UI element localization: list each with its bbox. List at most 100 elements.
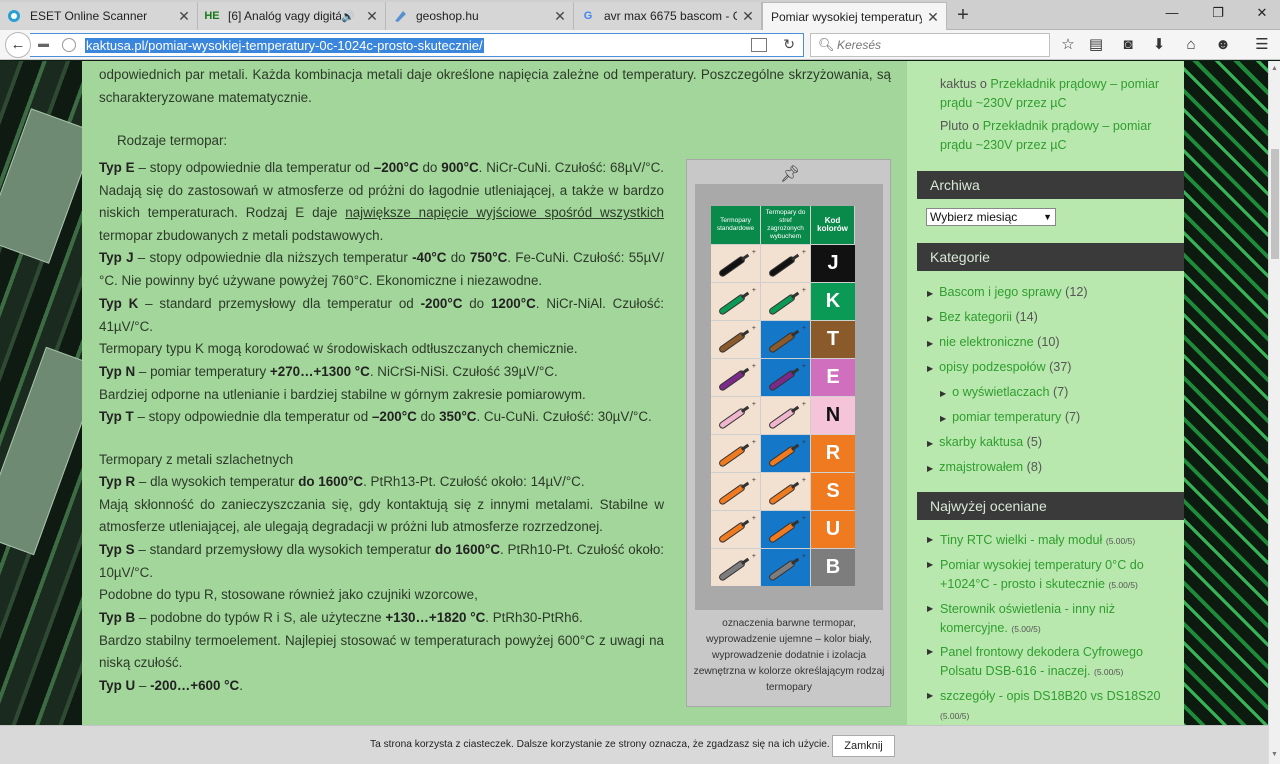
bullet-icon: ▶	[927, 691, 934, 700]
thermocouple-plug-icon	[767, 407, 797, 430]
speaker-icon[interactable]: 🔊	[341, 10, 355, 23]
category-item[interactable]: ▶ skarby kaktusa (5)	[927, 434, 1042, 452]
archive-month-select[interactable]: Wybierz miesiąc ▼	[926, 208, 1056, 226]
color-row-u: + + U	[711, 510, 855, 548]
thermocouple-plug-icon	[767, 369, 797, 392]
tab-eset[interactable]: ESET Online Scanner ✕	[0, 2, 198, 30]
close-tab-icon[interactable]: ✕	[177, 8, 191, 25]
bullet-icon: ▶	[940, 414, 947, 423]
scrollbar-thumb[interactable]	[1271, 149, 1279, 259]
new-tab-button[interactable]: +	[952, 4, 974, 26]
thermocouple-plug-icon	[767, 445, 797, 468]
bookmark-star-icon[interactable]: ☆	[1058, 35, 1078, 55]
close-tab-icon[interactable]: ✕	[741, 8, 755, 25]
explosive-zone-connector-cell: +	[761, 549, 811, 586]
color-table-header: Termopary standardowe Termopary do stref…	[711, 206, 855, 244]
close-window-button[interactable]: ✕	[1252, 5, 1272, 21]
top-rated-item[interactable]: ▶ Panel frontowy dekodera Cyfrowego Polsa…	[927, 643, 1177, 681]
explosive-zone-connector-cell: +	[761, 397, 811, 434]
scroll-up-icon[interactable]: ▲	[1271, 65, 1278, 72]
type-s-paragraph: Typ S – standard przemysłowy dla wysokic…	[99, 542, 664, 603]
download-icon[interactable]: ⬇	[1149, 35, 1169, 55]
tab-hwsw[interactable]: HE [6] Analóg vagy digitál... 🔊 ✕	[198, 2, 386, 30]
library-icon[interactable]: ▬	[38, 38, 52, 52]
top-rated-item[interactable]: ▶ Pomiar wysokiej temperatury 0°C do +102…	[927, 556, 1177, 594]
thermocouple-plug-icon	[717, 293, 747, 316]
chat-icon[interactable]: ☻	[1213, 35, 1233, 55]
standard-connector-cell: +	[711, 397, 761, 434]
explosive-zone-connector-cell: +	[761, 321, 811, 358]
tab-active-pomiar[interactable]: Pomiar wysokiej temperatury ... ✕	[762, 2, 947, 31]
search-input[interactable]	[837, 37, 1037, 53]
reload-icon[interactable]: ↻	[783, 36, 795, 53]
top-rated-item[interactable]: ▶ Sterownik oświetlenia - inny niż komerc…	[927, 600, 1177, 638]
color-code-letter: B	[811, 549, 855, 586]
bullet-icon: ▶	[927, 535, 934, 544]
categories-widget-title: Kategorie	[917, 243, 1184, 271]
bullet-icon: ▶	[927, 647, 934, 656]
thermocouple-plug-icon	[767, 255, 797, 278]
bullet-icon: ▶	[927, 339, 934, 348]
type-e-paragraph: Typ E – stopy odpowiednie dla temperatur…	[99, 160, 665, 243]
type-u-paragraph: Typ U – -200…+600 °C.	[99, 678, 243, 693]
thermocouple-plug-icon	[717, 331, 747, 354]
standard-connector-cell: +	[711, 549, 761, 586]
color-code-letter: J	[811, 245, 855, 282]
menu-icon[interactable]: ☰	[1252, 35, 1272, 55]
intro-paragraph: odpowiednich par metali. Każda kombinacj…	[99, 67, 891, 105]
minimize-button[interactable]: —	[1162, 5, 1182, 20]
category-item[interactable]: ▶ zmajstrowałem (8)	[927, 459, 1042, 477]
page-scrollbar[interactable]: ▲ ▼	[1268, 61, 1280, 764]
close-tab-icon[interactable]: ✕	[553, 8, 567, 25]
scroll-down-icon[interactable]: ▼	[1271, 751, 1278, 758]
standard-connector-cell: +	[711, 321, 761, 358]
bullet-icon: ▶	[927, 560, 934, 569]
category-item[interactable]: ▶ opisy podzespołów (37)	[927, 359, 1071, 377]
close-tab-icon[interactable]: ✕	[926, 9, 940, 26]
chevron-down-icon: ▼	[1043, 212, 1052, 222]
color-row-t: + + T	[711, 320, 855, 358]
type-t-paragraph: Typ T – stopy odpowiednie dla temperatur…	[99, 409, 652, 424]
color-code-letter: U	[811, 511, 855, 548]
reading-list-icon[interactable]: ▤	[1086, 35, 1106, 55]
thermocouple-plug-icon	[767, 483, 797, 506]
bullet-icon: ▶	[940, 389, 947, 398]
bullet-icon: ▶	[927, 604, 934, 613]
he-icon: HE	[204, 10, 220, 22]
thermocouple-color-figure: 📌︎ Termopary standardowe Termopary do st…	[686, 159, 891, 707]
cookie-close-button[interactable]: Zamknij	[832, 735, 895, 757]
top-rated-widget-title: Najwyżej oceniane	[917, 492, 1184, 520]
type-j-paragraph: Typ J – stopy odpowiednie dla niższych t…	[99, 250, 664, 288]
category-item[interactable]: ▶ Bez kategorii (14)	[927, 309, 1038, 327]
eset-icon	[6, 8, 22, 24]
tab-geoshop[interactable]: geoshop.hu ✕	[386, 2, 574, 30]
tab-google[interactable]: G avr max 6675 bascom - Go... ✕	[574, 2, 762, 30]
category-subitem[interactable]: ▶ pomiar temperatury (7)	[940, 409, 1080, 427]
reader-view-icon[interactable]	[751, 38, 767, 52]
thermocouple-plug-icon	[717, 483, 747, 506]
maximize-button[interactable]: ❐	[1208, 5, 1228, 21]
search-bar[interactable]: 🔍︎	[810, 33, 1050, 57]
site-info-icon[interactable]	[62, 38, 76, 52]
standard-connector-cell: +	[711, 511, 761, 548]
color-row-e: + + E	[711, 358, 855, 396]
thermocouple-plug-icon	[767, 331, 797, 354]
search-icon: 🔍︎	[818, 37, 835, 52]
back-button[interactable]: ←	[5, 32, 31, 58]
close-tab-icon[interactable]: ✕	[365, 8, 379, 25]
category-subitem[interactable]: ▶ o wyświetlaczach (7)	[940, 384, 1068, 402]
url-bar[interactable]: ▬ kaktusa.pl/pomiar-wysokiej-temperatury…	[30, 33, 804, 57]
color-row-j: + + J	[711, 244, 855, 282]
top-rated-item[interactable]: ▶ Tiny RTC wielki - mały moduł (5.00/5)	[927, 531, 1177, 551]
bullet-icon: ▶	[927, 439, 934, 448]
navigation-bar: ▬ kaktusa.pl/pomiar-wysokiej-temperatury…	[0, 30, 1280, 60]
thermocouple-plug-icon	[717, 369, 747, 392]
category-item[interactable]: ▶ nie elektroniczne (10)	[927, 334, 1060, 352]
category-item[interactable]: ▶ Bascom i jego sprawy (12)	[927, 284, 1088, 302]
url-text[interactable]: kaktusa.pl/pomiar-wysokiej-temperatury-0…	[85, 38, 484, 53]
top-rated-item[interactable]: ▶ szczegóły - opis DS18B20 vs DS18S20 (5.…	[927, 687, 1177, 725]
pocket-icon[interactable]: ◙	[1118, 35, 1138, 55]
home-icon[interactable]: ⌂	[1181, 35, 1201, 55]
thermocouple-plug-icon	[767, 293, 797, 316]
color-code-letter: T	[811, 321, 855, 358]
